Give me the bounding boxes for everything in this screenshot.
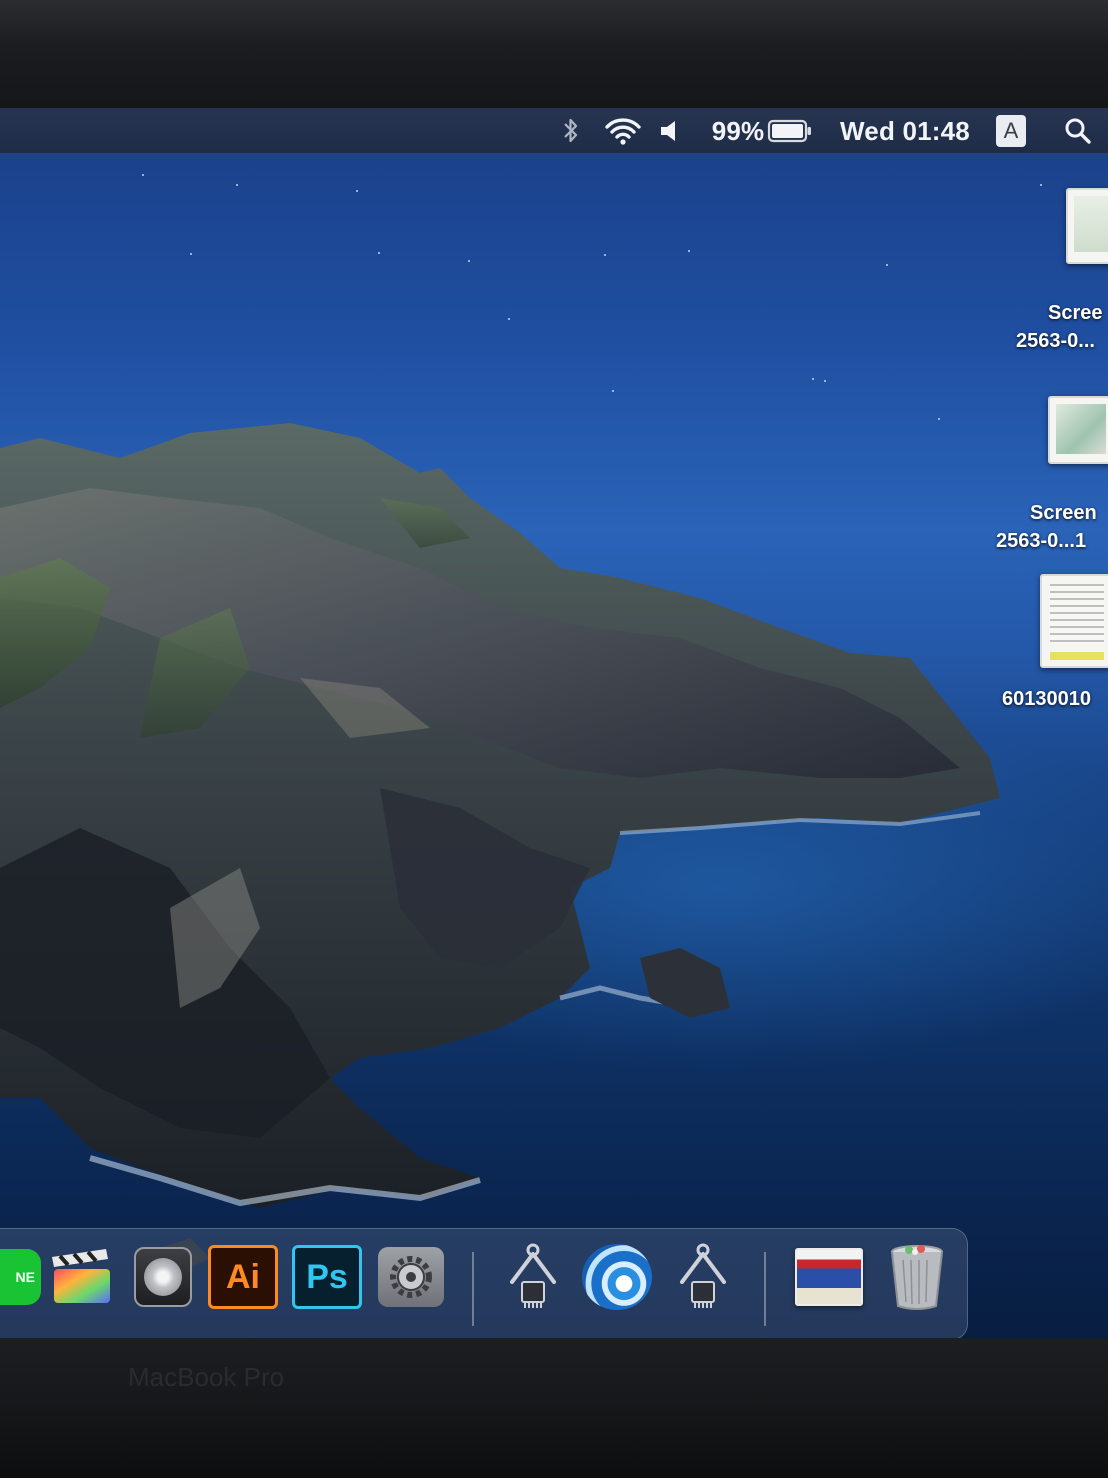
photoshop-icon: Ps [292, 1245, 362, 1309]
illustrator-icon: Ai [208, 1245, 278, 1309]
device-brand-label: MacBook Pro [128, 1362, 285, 1392]
line-app-label: NE [15, 1269, 35, 1285]
system-preferences-icon [378, 1247, 444, 1307]
stack-thumbnail [795, 1248, 863, 1306]
file-label-line1: Scree [1048, 302, 1103, 324]
battery-status[interactable] [766, 108, 814, 154]
laptop-bezel-bottom [0, 1338, 1108, 1478]
dock-app-trash[interactable] [882, 1242, 952, 1312]
bluetooth-status[interactable] [556, 108, 586, 154]
dock-app-system-preferences[interactable] [376, 1242, 446, 1312]
thumbnail-highlight [1050, 652, 1104, 660]
thumbnail-content [1056, 404, 1106, 454]
caliper-chip-icon [680, 1243, 726, 1308]
menu-bar: 99% Wed 01:48 A [0, 108, 1108, 154]
file-thumbnail [1066, 188, 1108, 264]
star [604, 254, 606, 256]
dock-app-driver-utility-2[interactable] [668, 1242, 738, 1312]
compressor-icon [134, 1247, 192, 1307]
star [886, 264, 888, 266]
file-label-line1: 60130010 [1002, 688, 1091, 710]
thumbnail-content [1074, 196, 1108, 252]
wifi-icon [605, 118, 641, 145]
compressor-disc [144, 1258, 182, 1296]
file-thumbnail [1040, 574, 1108, 668]
file-label-line2: 2563-0... [1016, 330, 1095, 352]
volume-icon [661, 121, 675, 141]
dock-app-line[interactable]: NE [0, 1242, 46, 1312]
illustrator-label: Ai [226, 1257, 260, 1296]
star [378, 252, 380, 254]
input-source-badge: A [996, 115, 1026, 147]
dock-app-photoshop[interactable]: Ps [292, 1242, 362, 1312]
star [236, 184, 238, 186]
caliper-chip-icon [510, 1243, 556, 1308]
dock-separator [472, 1252, 474, 1326]
star [190, 253, 192, 255]
dock-stack-downloads[interactable] [794, 1242, 864, 1312]
star [356, 190, 358, 192]
dock-app-compressor[interactable] [128, 1242, 198, 1312]
wave-app-icon [582, 1244, 652, 1310]
file-label-line2: 2563-0...1 [996, 530, 1087, 552]
laptop-bezel-top [0, 0, 1108, 120]
search-icon [1065, 118, 1091, 144]
star [688, 250, 690, 252]
gear-icon [390, 1256, 432, 1298]
desktop-screen: 99% Wed 01:48 A Scree 2563-0... Screen 2… [0, 108, 1108, 1348]
clock[interactable]: Wed 01:48 [836, 108, 974, 154]
clapperboard-icon [52, 1249, 110, 1303]
input-source-label: A [1003, 118, 1019, 143]
dock-app-illustrator[interactable]: Ai [208, 1242, 278, 1312]
battery-icon [767, 119, 811, 143]
dock-app-wave[interactable] [582, 1242, 652, 1312]
thumbnail-lines [1050, 584, 1104, 644]
volume-status[interactable] [656, 108, 684, 154]
dock-app-driver-utility[interactable] [498, 1242, 568, 1312]
battery-percent: 99% [711, 115, 765, 146]
star [1040, 184, 1042, 186]
spotlight-button[interactable] [1060, 108, 1096, 154]
file-label-line1: Screen [1030, 502, 1097, 524]
wifi-status[interactable] [600, 108, 646, 154]
star [468, 260, 470, 262]
star [142, 174, 144, 176]
photoshop-label: Ps [306, 1257, 348, 1296]
trash-icon [891, 1245, 943, 1310]
bluetooth-icon [564, 118, 578, 143]
dock-app-final-cut-pro[interactable] [46, 1242, 116, 1312]
catalina-island-wallpaper [0, 423, 1000, 1270]
dock-separator [764, 1252, 766, 1326]
line-app-icon: NE [0, 1249, 41, 1305]
input-source-menu[interactable]: A [994, 108, 1028, 154]
file-thumbnail [1048, 396, 1108, 464]
